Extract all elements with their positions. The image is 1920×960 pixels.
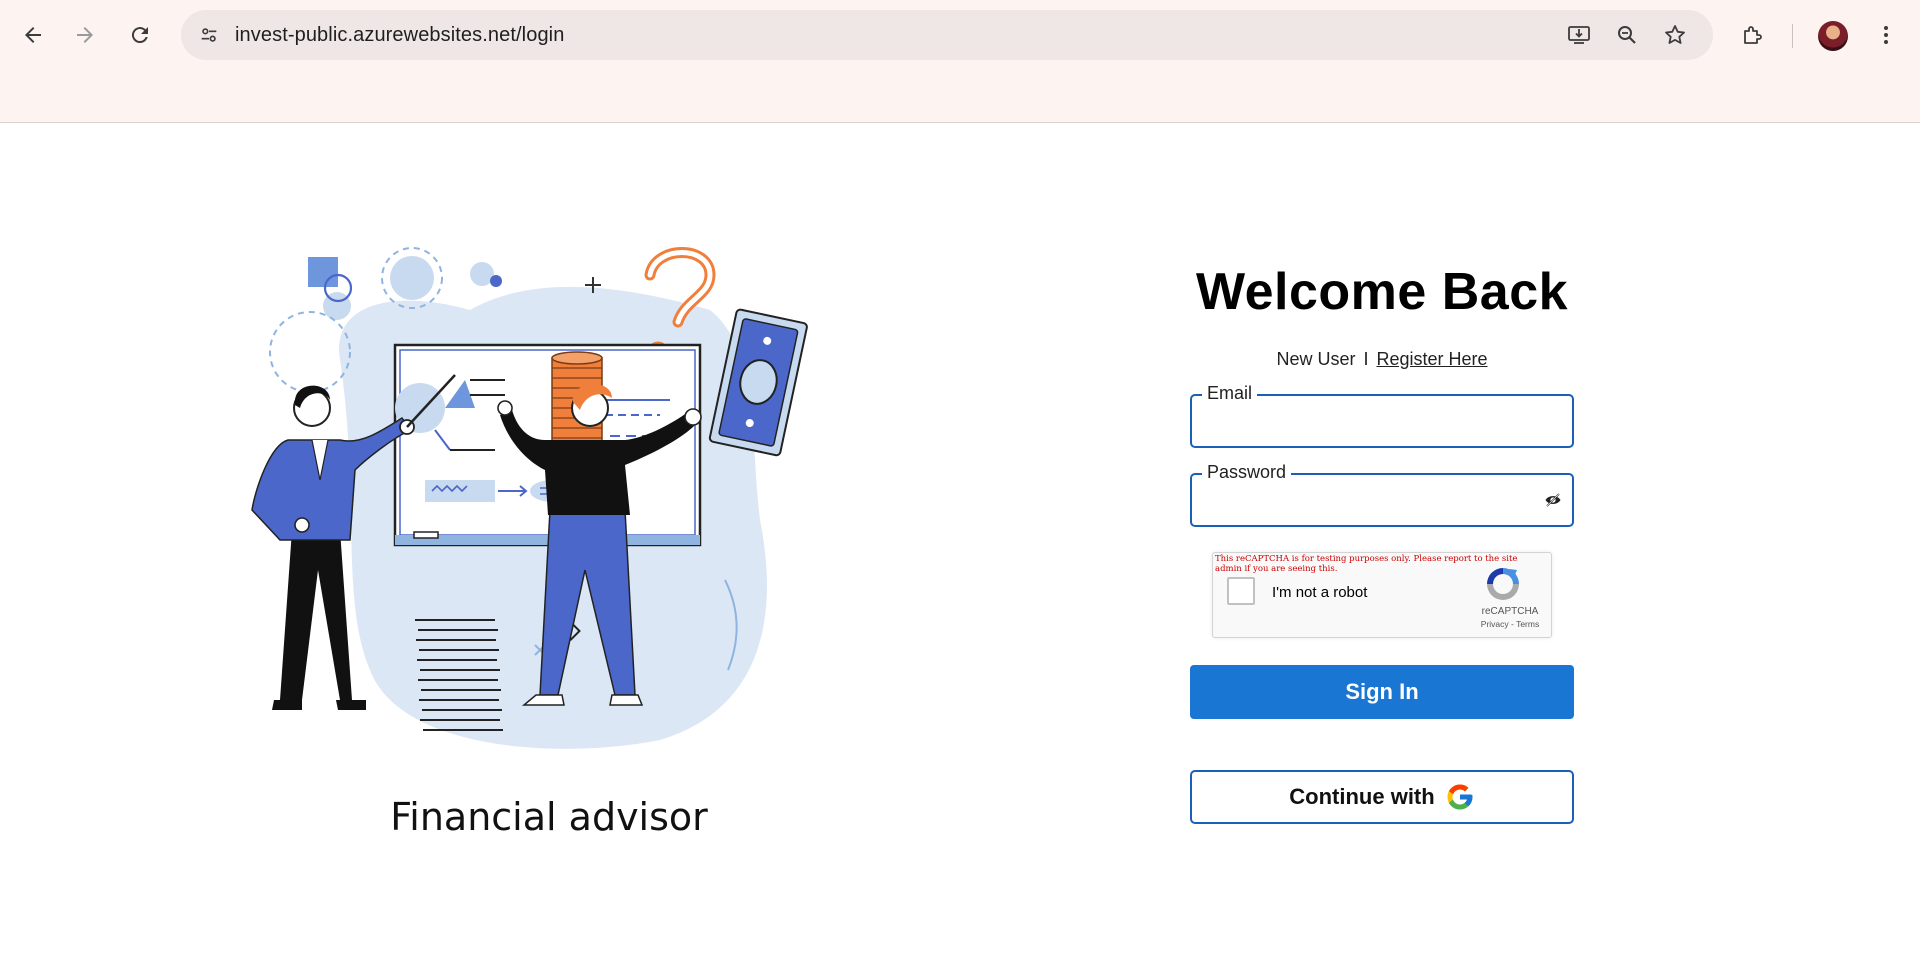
- extensions-icon[interactable]: [1735, 17, 1771, 53]
- separator-text: I: [1363, 349, 1369, 369]
- recaptcha-brand: reCAPTCHA: [1481, 606, 1539, 617]
- continue-with-label: Continue with: [1289, 784, 1435, 809]
- illustration-caption: Financial advisor: [390, 795, 708, 839]
- recaptcha-privacy-terms[interactable]: Privacy - Terms: [1475, 619, 1545, 629]
- email-input[interactable]: [1204, 408, 1538, 436]
- password-field[interactable]: Password: [1190, 462, 1574, 527]
- bookmark-star-icon[interactable]: [1657, 17, 1693, 53]
- email-field[interactable]: Email: [1190, 383, 1574, 448]
- address-bar[interactable]: invest-public.azurewebsites.net/login: [181, 10, 1713, 60]
- continue-with-google-button[interactable]: Continue with: [1190, 770, 1574, 824]
- toolbar-divider: [1792, 24, 1793, 48]
- page-title: Welcome Back: [1195, 263, 1569, 321]
- recaptcha-logo-icon: [1487, 568, 1519, 600]
- forward-icon[interactable]: [67, 17, 103, 53]
- password-label: Password: [1202, 462, 1292, 483]
- financial-advisor-illustration: [251, 247, 808, 749]
- google-logo-icon: [1447, 784, 1473, 810]
- toggle-password-visibility-icon[interactable]: [1544, 491, 1562, 509]
- new-user-text: New User: [1276, 349, 1356, 369]
- sign-in-button[interactable]: Sign In: [1190, 665, 1574, 719]
- profile-avatar[interactable]: [1818, 21, 1848, 51]
- email-label: Email: [1202, 383, 1258, 404]
- recaptcha-checkbox[interactable]: [1227, 577, 1255, 605]
- recaptcha-label: I'm not a robot: [1272, 584, 1368, 601]
- back-icon[interactable]: [15, 17, 51, 53]
- register-prompt: New User I Register Here: [1190, 349, 1574, 370]
- more-menu-icon[interactable]: [1868, 17, 1904, 53]
- install-app-icon[interactable]: [1561, 17, 1597, 53]
- register-link[interactable]: Register Here: [1376, 349, 1487, 369]
- zoom-icon[interactable]: [1609, 17, 1645, 53]
- recaptcha-widget: This reCAPTCHA is for testing purposes o…: [1212, 552, 1552, 638]
- browser-toolbar: invest-public.azurewebsites.net/login: [0, 0, 1920, 123]
- password-input[interactable]: [1204, 487, 1538, 515]
- reload-icon[interactable]: [122, 17, 158, 53]
- url-text[interactable]: invest-public.azurewebsites.net/login: [235, 24, 564, 47]
- site-info-icon[interactable]: [191, 17, 227, 53]
